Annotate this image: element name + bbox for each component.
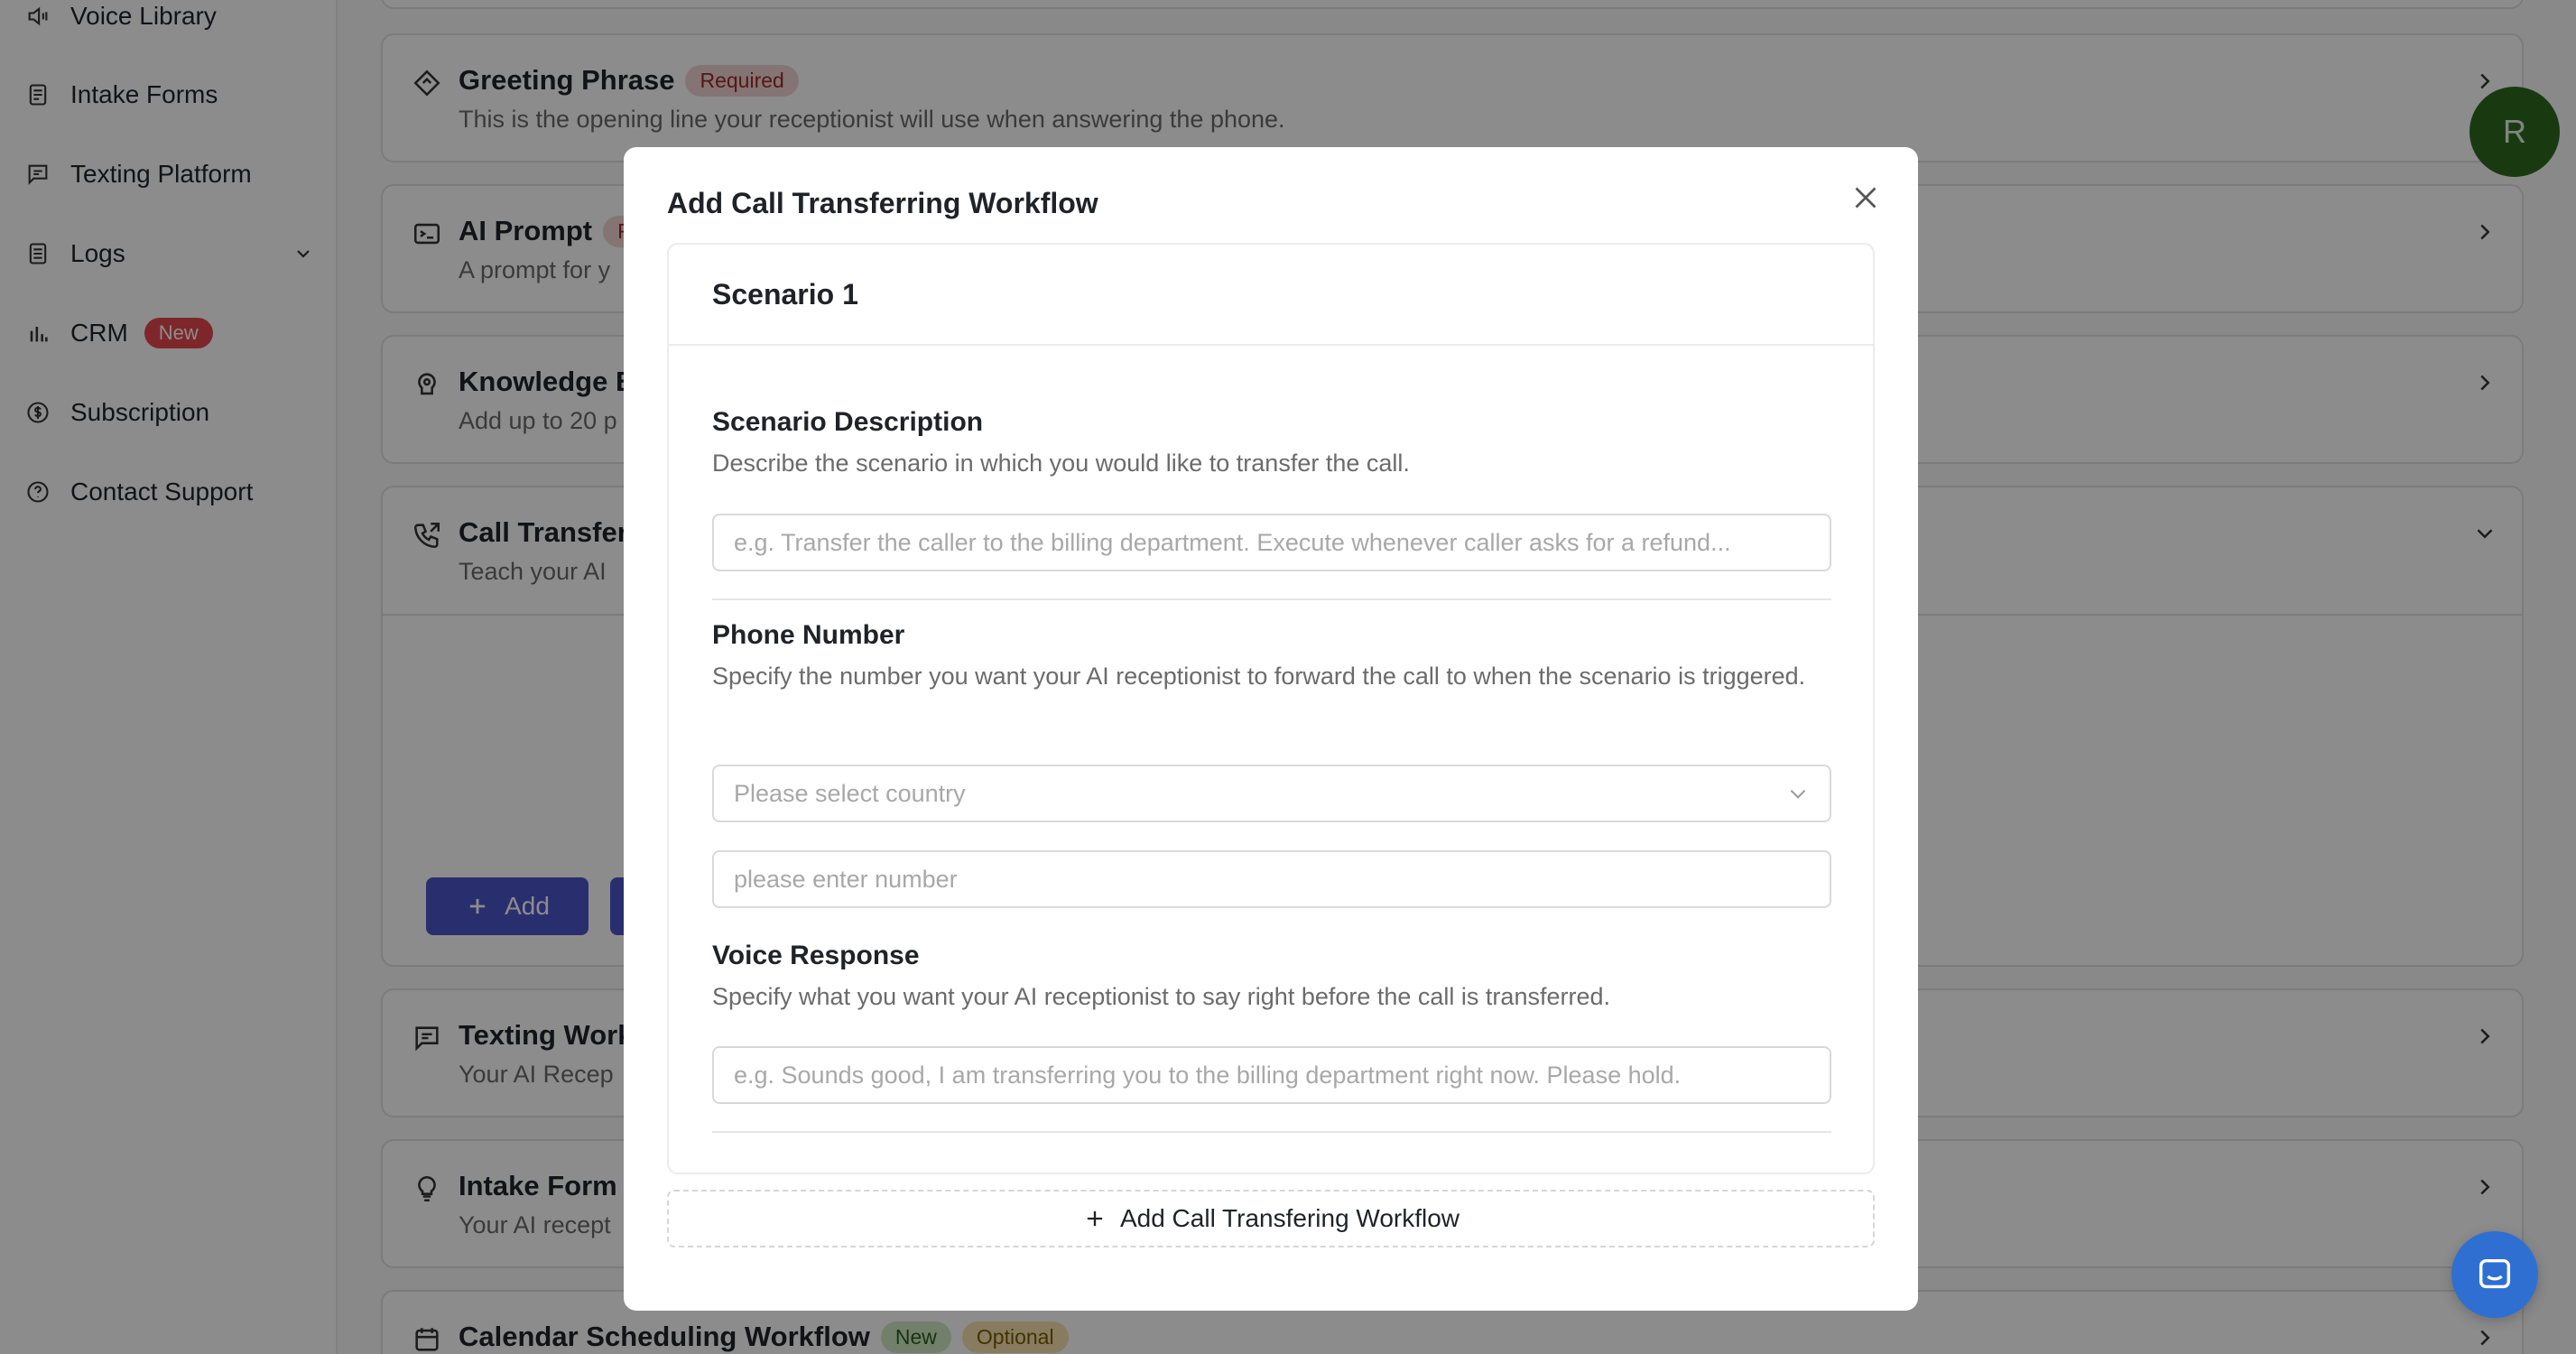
phone-number-help: Specify the number you want your AI rece… (712, 663, 1806, 690)
phone-number-input[interactable] (712, 850, 1831, 908)
phone-number-label: Phone Number (712, 620, 905, 650)
chat-support-button[interactable] (2451, 1231, 2538, 1318)
divider (712, 598, 1831, 600)
chevron-down-icon (1790, 790, 1806, 799)
voice-response-help: Specify what you want your AI receptioni… (712, 983, 1610, 1010)
country-select[interactable]: Please select country (712, 765, 1831, 822)
add-call-transfer-modal: Add Call Transferring Workflow Scenario … (624, 147, 1918, 1311)
add-workflow-label: Add Call Transfering Workflow (1119, 1204, 1460, 1232)
scenario-card: Scenario 1 Scenario Description Describe… (667, 243, 1875, 1174)
close-icon[interactable] (1849, 181, 1882, 214)
scenario-description-label: Scenario Description (712, 407, 984, 437)
scenario-description-help: Describe the scenario in which you would… (712, 450, 1410, 477)
add-call-transfer-workflow-button[interactable]: Add Call Transfering Workflow (667, 1190, 1875, 1247)
chat-icon (2479, 1258, 2511, 1289)
plus-icon (1087, 1210, 1103, 1227)
country-select-placeholder: Please select country (734, 779, 966, 807)
divider (712, 1131, 1831, 1133)
scenario-description-input[interactable] (712, 514, 1831, 571)
modal-title: Add Call Transferring Workflow (667, 187, 1098, 219)
scenario-title: Scenario 1 (669, 245, 1873, 346)
voice-response-label: Voice Response (712, 941, 920, 970)
voice-response-input[interactable] (712, 1046, 1831, 1104)
